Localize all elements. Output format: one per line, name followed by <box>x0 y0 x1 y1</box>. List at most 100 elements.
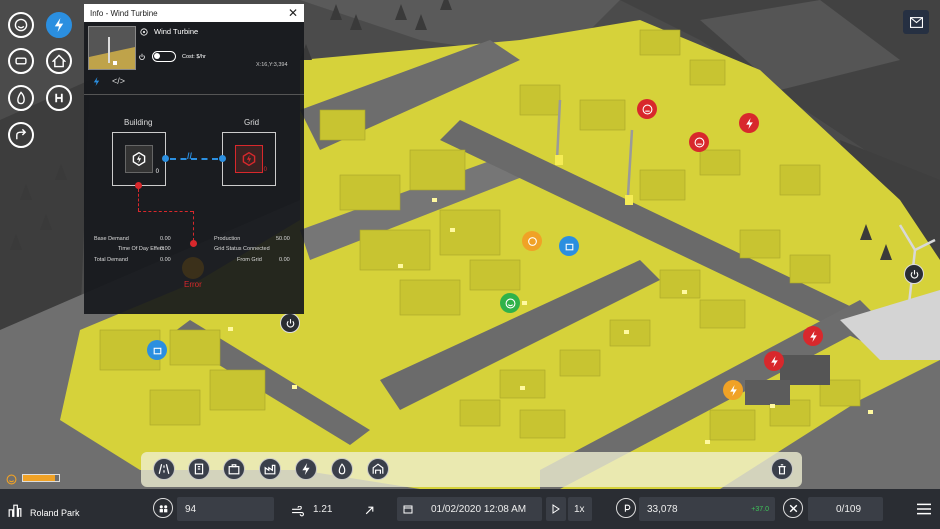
building-connector <box>162 155 169 162</box>
status-bar: Roland Park 94 1.21 01/02/2020 12:08 AM … <box>0 489 940 529</box>
hospital-overlay-button[interactable] <box>46 85 72 111</box>
tools-icon <box>789 504 797 512</box>
building-node[interactable]: 0 <box>112 132 166 186</box>
mail-icon <box>909 16 923 28</box>
code-tab[interactable]: </> <box>112 76 125 86</box>
fire-tool-button[interactable] <box>331 458 353 480</box>
share-icon <box>16 128 27 140</box>
wind-value: 1.21 <box>313 503 333 515</box>
workers-button[interactable] <box>783 498 803 518</box>
play-button[interactable] <box>546 497 566 521</box>
broken-link-icon: // <box>187 151 193 161</box>
unhappy-alert-marker[interactable] <box>689 132 709 152</box>
commercial-tool-button[interactable] <box>223 458 245 480</box>
residential-tool-button[interactable] <box>188 458 210 480</box>
power-tab[interactable] <box>92 77 101 88</box>
calendar-icon <box>403 505 413 514</box>
stat-label: Grid Status <box>214 246 242 252</box>
job-status-marker[interactable] <box>559 236 579 256</box>
happiness-bar <box>22 474 60 482</box>
hospital-icon <box>55 93 63 103</box>
money-field: 33,078 +37.0 <box>639 497 775 521</box>
building-name: Wind Turbine <box>154 27 199 36</box>
finance-button[interactable] <box>616 498 636 518</box>
cost-label: Cost: $/hr <box>182 53 206 60</box>
district-name[interactable]: Roland Park <box>30 508 80 518</box>
info-panel-header: Info - Wind Turbine ✕ <box>84 4 304 22</box>
road-tool-button[interactable] <box>153 458 175 480</box>
error-line-v <box>138 189 139 211</box>
power-icon <box>302 463 310 475</box>
grid-node-icon <box>235 145 263 173</box>
power-tool-button[interactable] <box>295 458 317 480</box>
happy-status-marker[interactable] <box>500 293 520 313</box>
mail-button[interactable] <box>903 10 929 34</box>
building-label: Building <box>124 118 153 127</box>
speed-button[interactable]: 1x <box>568 497 592 521</box>
building-name-row: Wind Turbine <box>140 27 198 36</box>
connection-line <box>170 158 218 160</box>
share-button[interactable] <box>8 122 34 148</box>
power-icon <box>54 18 64 32</box>
job-status-marker[interactable] <box>147 340 167 360</box>
stat-label: Production <box>214 236 241 242</box>
industrial-tool-button[interactable] <box>259 458 281 480</box>
money-delta: +37.0 <box>751 505 769 513</box>
fire-icon <box>338 463 346 475</box>
datetime-value: 01/02/2020 12:08 AM <box>431 503 527 515</box>
stat-value: 50.00 <box>276 236 290 242</box>
population-field: 94 <box>177 497 274 521</box>
grid-node[interactable]: 0 <box>222 132 276 186</box>
coords-label: X:16,Y:3,394 <box>256 62 288 68</box>
build-toolbar <box>141 452 802 487</box>
error-dot <box>190 240 197 247</box>
workers-value: 0/109 <box>836 503 862 515</box>
power-toggle[interactable] <box>152 51 176 62</box>
no-power-alert-marker[interactable] <box>764 351 784 371</box>
car-icon <box>15 57 27 65</box>
error-connector <box>135 182 142 189</box>
menu-button[interactable] <box>917 502 931 520</box>
factory-icon <box>264 464 276 475</box>
speed-value: 1x <box>574 503 585 515</box>
delete-icon <box>778 464 786 475</box>
no-power-alert-marker[interactable] <box>803 326 823 346</box>
power-warning-marker[interactable] <box>723 380 743 400</box>
stat-value: 0.00 <box>160 257 171 263</box>
utility-icon <box>372 463 384 474</box>
delete-tool-button[interactable] <box>771 458 793 480</box>
happiness-overlay-button[interactable] <box>8 12 34 38</box>
menu-icon <box>917 503 931 515</box>
power-off-icon <box>139 53 145 60</box>
close-icon[interactable]: ✕ <box>288 7 298 19</box>
power-off-marker[interactable] <box>904 264 924 284</box>
population-value: 94 <box>185 503 197 515</box>
stat-value: 0.00 <box>279 257 290 263</box>
building-thumbnail <box>88 26 136 70</box>
utility-tool-button[interactable] <box>367 458 389 480</box>
error-line-h <box>138 211 193 212</box>
error-icon <box>182 257 204 279</box>
housing-overlay-button[interactable] <box>46 48 72 74</box>
stat-label: From Grid <box>237 257 262 263</box>
power-toggle-row: Cost: $/hr <box>138 51 206 62</box>
power-icon <box>93 77 100 86</box>
traffic-overlay-button[interactable] <box>8 48 34 74</box>
error-line-v2 <box>193 211 194 241</box>
info-warning-marker[interactable] <box>522 231 542 251</box>
play-icon <box>552 504 560 514</box>
population-button[interactable] <box>153 498 173 518</box>
unhappy-alert-marker[interactable] <box>637 99 657 119</box>
info-panel: Info - Wind Turbine ✕ Wind Turbine Cost:… <box>84 4 304 314</box>
power-overlay-button[interactable] <box>46 12 72 38</box>
stat-label: Time Of Day Effect <box>118 246 165 252</box>
workers-field: 0/109 <box>808 497 883 521</box>
district-icon <box>8 504 22 523</box>
power-off-marker[interactable] <box>280 313 300 333</box>
grid-node-value: 0 <box>263 167 267 173</box>
no-power-alert-marker[interactable] <box>739 113 759 133</box>
money-value: 33,078 <box>647 503 678 515</box>
target-icon <box>140 27 148 36</box>
fire-overlay-button[interactable] <box>8 85 34 111</box>
happiness-bar-fill <box>23 475 56 481</box>
